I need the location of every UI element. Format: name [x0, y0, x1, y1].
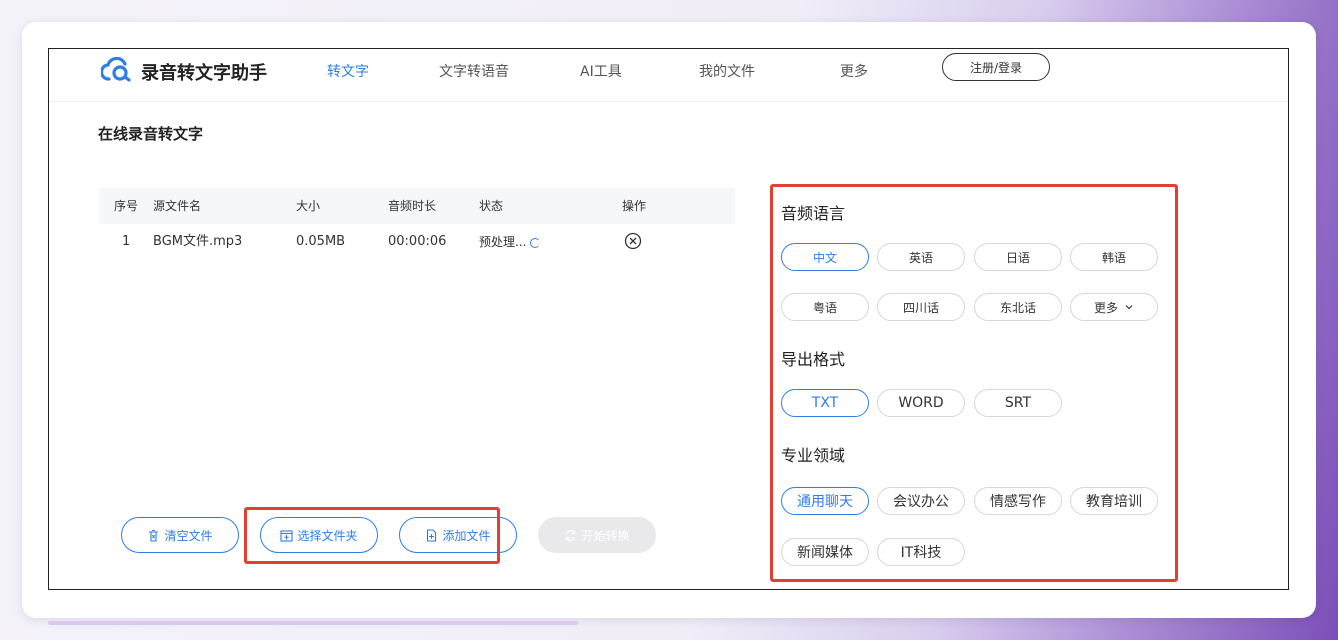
nav-ai-tools[interactable]: AI工具: [580, 61, 622, 81]
col-size: 大小: [296, 199, 321, 213]
convert-icon: [566, 529, 576, 541]
col-index: 序号: [114, 199, 139, 213]
domain-option-it[interactable]: IT科技: [877, 538, 965, 566]
lang-option-korean[interactable]: 韩语: [1070, 243, 1158, 271]
top-nav: 录音转文字助手 转文字 文字转语音 AI工具 我的文件 更多 注册/登录: [49, 49, 1288, 102]
domain-option-general[interactable]: 通用聊天: [781, 487, 869, 515]
col-duration: 音频时长: [388, 199, 437, 213]
format-option-word[interactable]: WORD: [877, 389, 965, 417]
start-convert-button[interactable]: 开始转换: [538, 517, 656, 553]
format-option-srt[interactable]: SRT: [974, 389, 1062, 417]
format-title: 导出格式: [781, 350, 846, 369]
lang-option-japanese[interactable]: 日语: [974, 243, 1062, 271]
cloud-logo-icon: [101, 57, 131, 82]
brand-name: 录音转文字助手: [141, 63, 267, 84]
nav-text-to-speech[interactable]: 文字转语音: [439, 61, 509, 81]
lang-option-chinese[interactable]: 中文: [781, 243, 869, 271]
col-actions: 操作: [622, 199, 647, 213]
table-row: 1 BGM文件.mp3 0.05MB 00:00:06 预处理...: [99, 224, 735, 260]
folder-plus-icon: [280, 529, 294, 542]
remove-file-icon[interactable]: [624, 232, 642, 250]
add-file-button[interactable]: 添加文件: [399, 517, 517, 553]
file-plus-icon: [427, 528, 437, 542]
chevron-down-icon: [1125, 305, 1133, 310]
clear-files-label: 清空文件: [164, 528, 213, 543]
nav-more[interactable]: 更多: [840, 61, 868, 81]
nav-my-files[interactable]: 我的文件: [699, 61, 755, 81]
add-file-label: 添加文件: [442, 528, 491, 543]
table-header: 序号 源文件名 大小 音频时长 状态 操作: [99, 188, 735, 224]
page-title: 在线录音转文字: [98, 125, 204, 143]
row-duration: 00:00:06: [388, 234, 447, 249]
row-filename: BGM文件.mp3: [153, 234, 243, 249]
row-status: 预处理...: [479, 224, 541, 260]
domain-title: 专业领域: [781, 446, 846, 465]
domain-option-education[interactable]: 教育培训: [1070, 487, 1158, 515]
domain-option-writing[interactable]: 情感写作: [974, 487, 1062, 515]
start-convert-label: 开始转换: [581, 528, 630, 543]
lang-option-northeastern[interactable]: 东北话: [974, 293, 1062, 321]
lang-more-dropdown[interactable]: 更多: [1070, 293, 1158, 321]
domain-option-meeting[interactable]: 会议办公: [877, 487, 965, 515]
app-window: 录音转文字助手 转文字 文字转语音 AI工具 我的文件 更多 注册/登录 在线录…: [48, 48, 1289, 590]
loading-spinner-icon: [530, 237, 541, 248]
lang-option-sichuanese[interactable]: 四川话: [877, 293, 965, 321]
select-folder-button[interactable]: 选择文件夹: [260, 517, 378, 553]
col-filename: 源文件名: [153, 199, 202, 213]
login-button[interactable]: 注册/登录: [942, 53, 1050, 81]
trash-icon: [149, 529, 159, 542]
settings-panel: [761, 177, 1181, 589]
row-index: 1: [122, 234, 131, 249]
select-folder-label: 选择文件夹: [297, 528, 358, 543]
language-title: 音频语言: [781, 204, 846, 223]
domain-option-news[interactable]: 新闻媒体: [781, 538, 869, 566]
lang-more-label: 更多: [1093, 300, 1118, 315]
clear-files-button[interactable]: 清空文件: [121, 517, 239, 553]
lang-option-cantonese[interactable]: 粤语: [781, 293, 869, 321]
col-status: 状态: [479, 199, 504, 213]
lang-option-english[interactable]: 英语: [877, 243, 965, 271]
status-text: 预处理...: [479, 235, 527, 249]
nav-transcribe[interactable]: 转文字: [327, 61, 369, 81]
format-option-txt[interactable]: TXT: [781, 389, 869, 417]
row-size: 0.05MB: [296, 234, 346, 249]
decorative-strip: [48, 621, 578, 625]
